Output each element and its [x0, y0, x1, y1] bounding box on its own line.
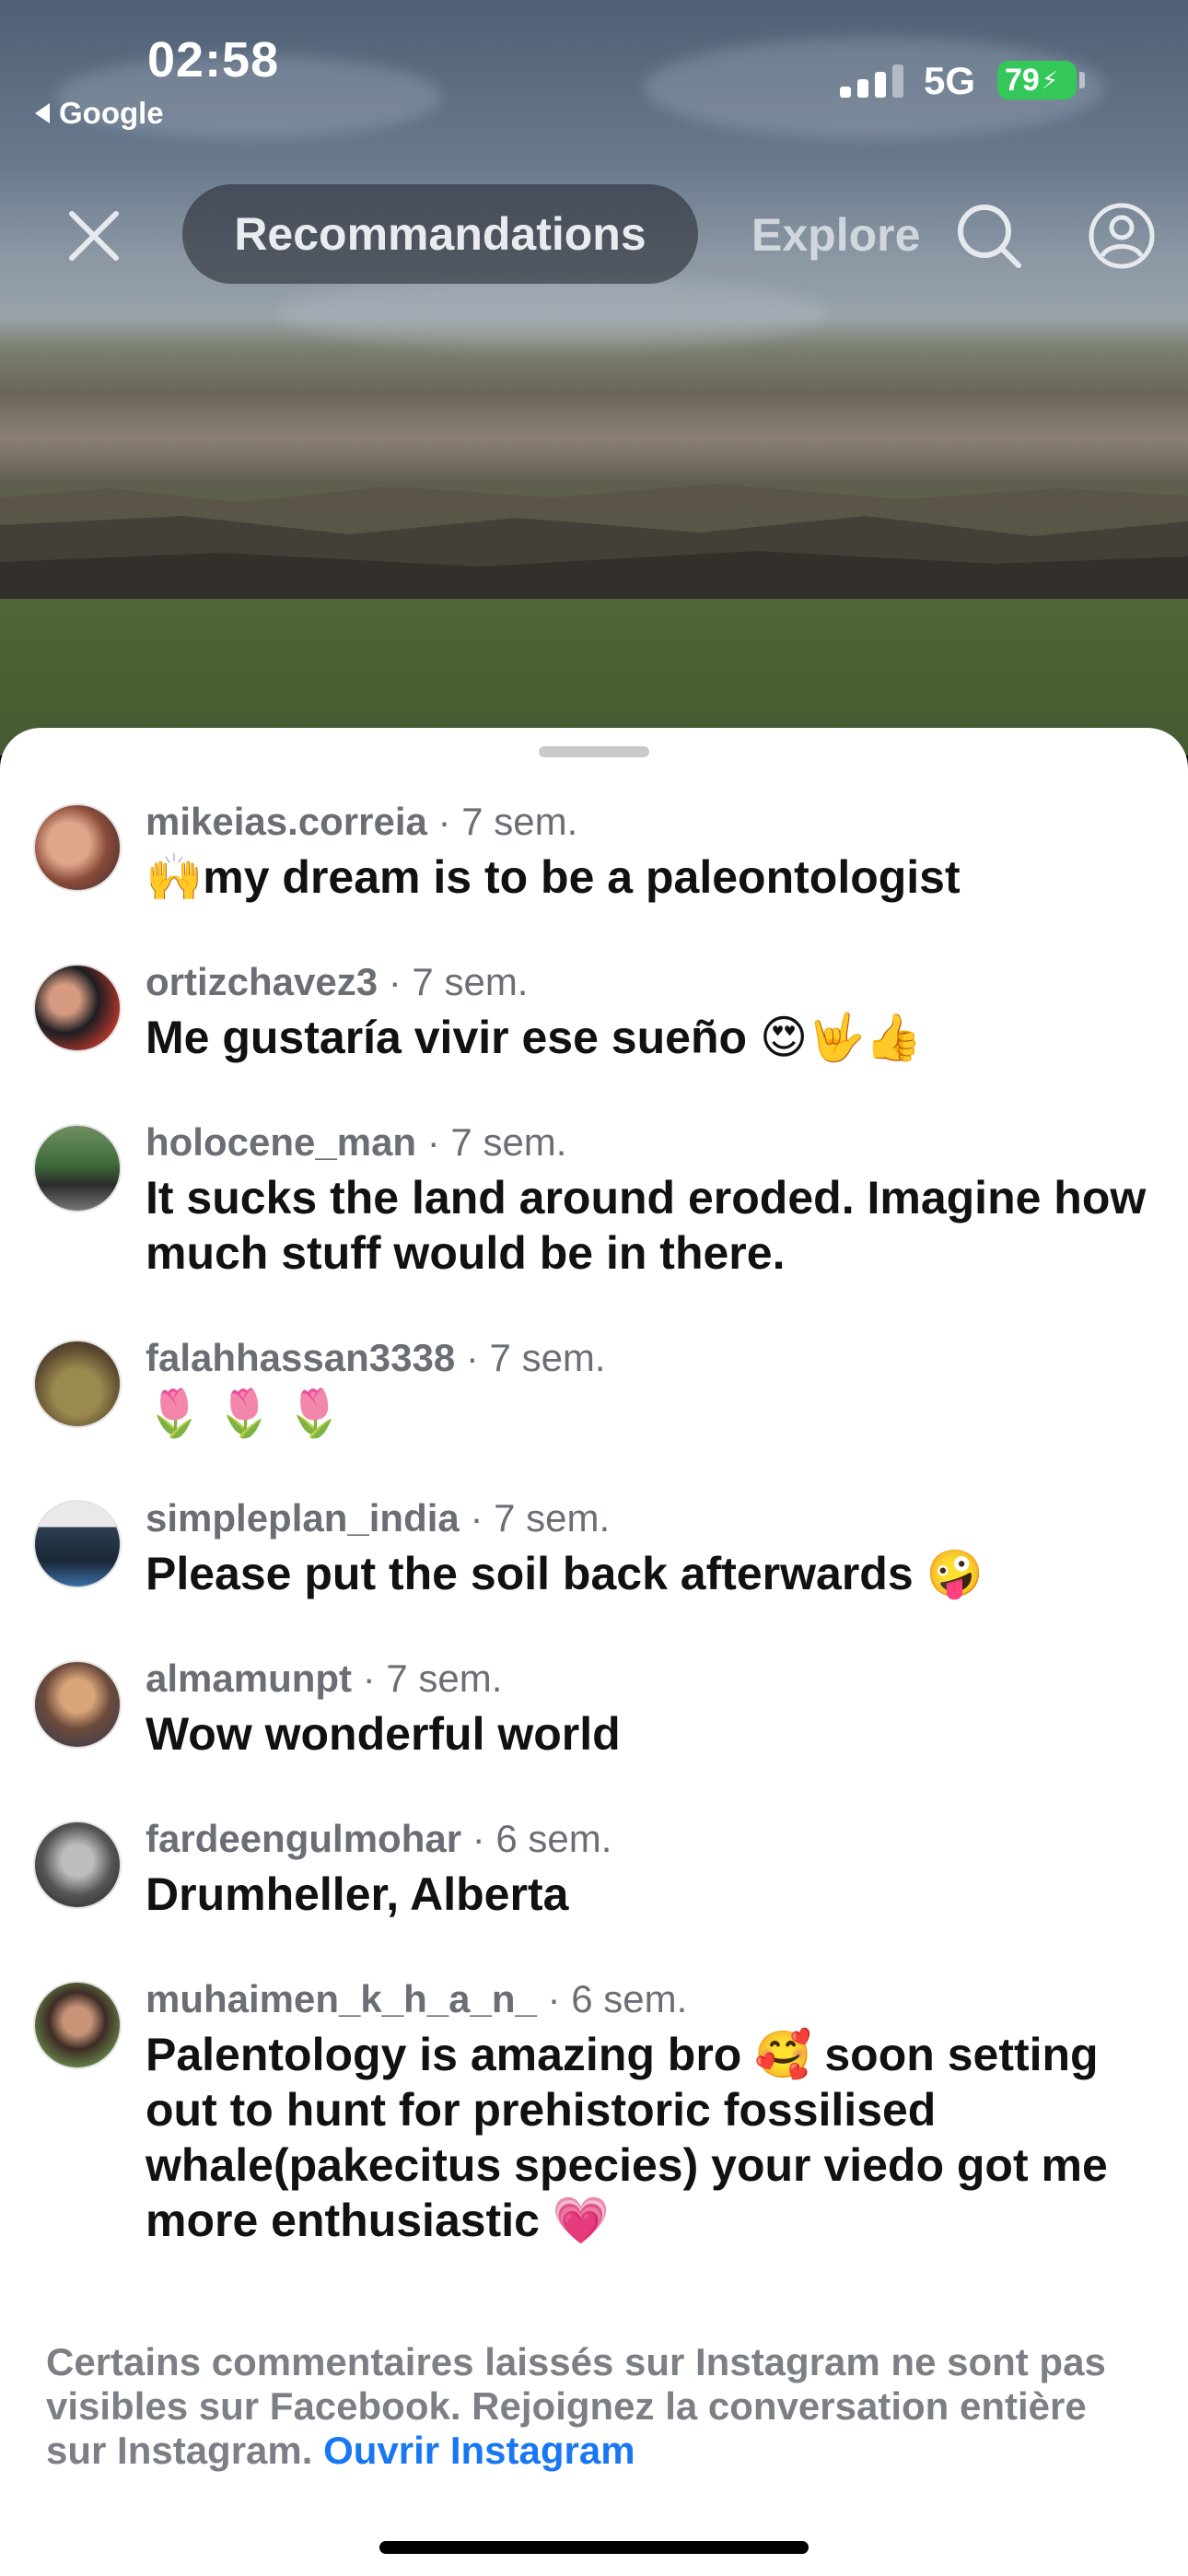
comment-text: Please put the soil back afterwards 🤪 — [146, 1548, 984, 1599]
search-icon — [958, 205, 1021, 268]
comment-username[interactable]: simpleplan_india — [146, 1496, 460, 1540]
tab-recommandations[interactable]: Recommandations — [182, 184, 698, 284]
close-icon — [69, 211, 119, 261]
comment-item: falahhassan3338 · 7 sem. 🌷 🌷 🌷 — [0, 1334, 1188, 1441]
comment-username[interactable]: almamunpt — [146, 1657, 352, 1700]
status-time: 02:58 — [147, 32, 280, 88]
avatar[interactable] — [33, 1124, 122, 1212]
comment-item: simpleplan_india · 7 sem. Please put the… — [0, 1494, 1188, 1601]
comment-username[interactable]: mikeias.correia — [146, 800, 427, 843]
network-type: 5G — [924, 59, 976, 102]
comment-time: · 7 sem. — [388, 960, 529, 1003]
avatar[interactable] — [33, 1981, 122, 2069]
comment-text: It sucks the land around eroded. Imagine… — [146, 1172, 1147, 1279]
comment-item: holocene_man · 7 sem. It sucks the land … — [0, 1118, 1188, 1281]
comment-text: Wow wonderful world — [146, 1708, 621, 1760]
comment-text: 🌷 🌷 🌷 — [146, 1388, 344, 1439]
comment-username[interactable]: muhaimen_k_h_a_n_ — [146, 1977, 537, 2020]
comment-text: Drumheller, Alberta — [146, 1868, 569, 1920]
avatar[interactable] — [33, 1500, 122, 1588]
avatar[interactable] — [33, 1821, 122, 1909]
list-fade — [0, 2294, 1188, 2331]
battery-cap — [1079, 72, 1085, 88]
video-background — [0, 0, 1188, 755]
avatar[interactable] — [33, 964, 122, 1052]
comment-text: Palentology is amazing bro 🥰 soon settin… — [146, 2029, 1108, 2246]
comment-username[interactable]: holocene_man — [146, 1120, 416, 1164]
back-to-google-link[interactable]: Google — [35, 96, 164, 131]
comment-time: · 7 sem. — [470, 1496, 611, 1540]
comment-text: Me gustaría vivir ese sueño 😍🤟👍 — [146, 1012, 923, 1063]
comment-time: · 7 sem. — [465, 1336, 606, 1379]
comments-list: mikeias.correia · 7 sem. 🙌my dream is to… — [0, 798, 1188, 2301]
comments-sheet[interactable]: mikeias.correia · 7 sem. 🙌my dream is to… — [0, 728, 1188, 2576]
search-button[interactable] — [954, 201, 1024, 271]
comment-username[interactable]: ortizchavez3 — [146, 960, 378, 1003]
comment-item: mikeias.correia · 7 sem. 🙌my dream is to… — [0, 798, 1188, 905]
battery-level: 79 — [1005, 62, 1040, 98]
comment-item: fardeengulmohar · 6 sem. Drumheller, Alb… — [0, 1815, 1188, 1922]
tab-explorer[interactable]: Explorer — [751, 208, 923, 262]
charging-bolt-icon: ⚡ — [1041, 65, 1059, 94]
sheet-grabber-handle[interactable] — [539, 746, 649, 757]
close-button[interactable] — [66, 208, 122, 263]
badlands-image — [0, 484, 1188, 599]
comment-item: almamunpt · 7 sem. Wow wonderful world — [0, 1655, 1188, 1762]
comment-username[interactable]: falahhassan3338 — [146, 1336, 455, 1379]
open-instagram-link[interactable]: Ouvrir Instagram — [323, 2429, 635, 2472]
back-link-label: Google — [59, 96, 164, 130]
comment-time: · 7 sem. — [362, 1657, 503, 1700]
profile-button[interactable] — [1087, 201, 1157, 271]
comment-item: muhaimen_k_h_a_n_ · 6 sem. Palentology i… — [0, 1975, 1188, 2248]
avatar[interactable] — [33, 1660, 122, 1749]
cellular-signal-icon — [840, 64, 903, 98]
comment-time: · 7 sem. — [426, 1120, 567, 1164]
comment-item: ortizchavez3 · 7 sem. Me gustaría vivir … — [0, 958, 1188, 1065]
comment-text: 🙌my dream is to be a paleontologist — [146, 851, 961, 903]
comment-time: · 7 sem. — [437, 800, 578, 843]
home-indicator[interactable] — [379, 2541, 809, 2554]
avatar[interactable] — [33, 803, 122, 892]
comment-time: · 6 sem. — [547, 1977, 688, 2020]
profile-icon — [1089, 203, 1155, 269]
comment-time: · 6 sem. — [472, 1817, 612, 1860]
instagram-notice: Certains commentaires laissés sur Instag… — [46, 2340, 1151, 2473]
avatar[interactable] — [33, 1340, 122, 1428]
comment-username[interactable]: fardeengulmohar — [146, 1817, 461, 1860]
battery-indicator: 79 ⚡ — [997, 61, 1077, 100]
back-arrow-icon — [35, 103, 50, 123]
